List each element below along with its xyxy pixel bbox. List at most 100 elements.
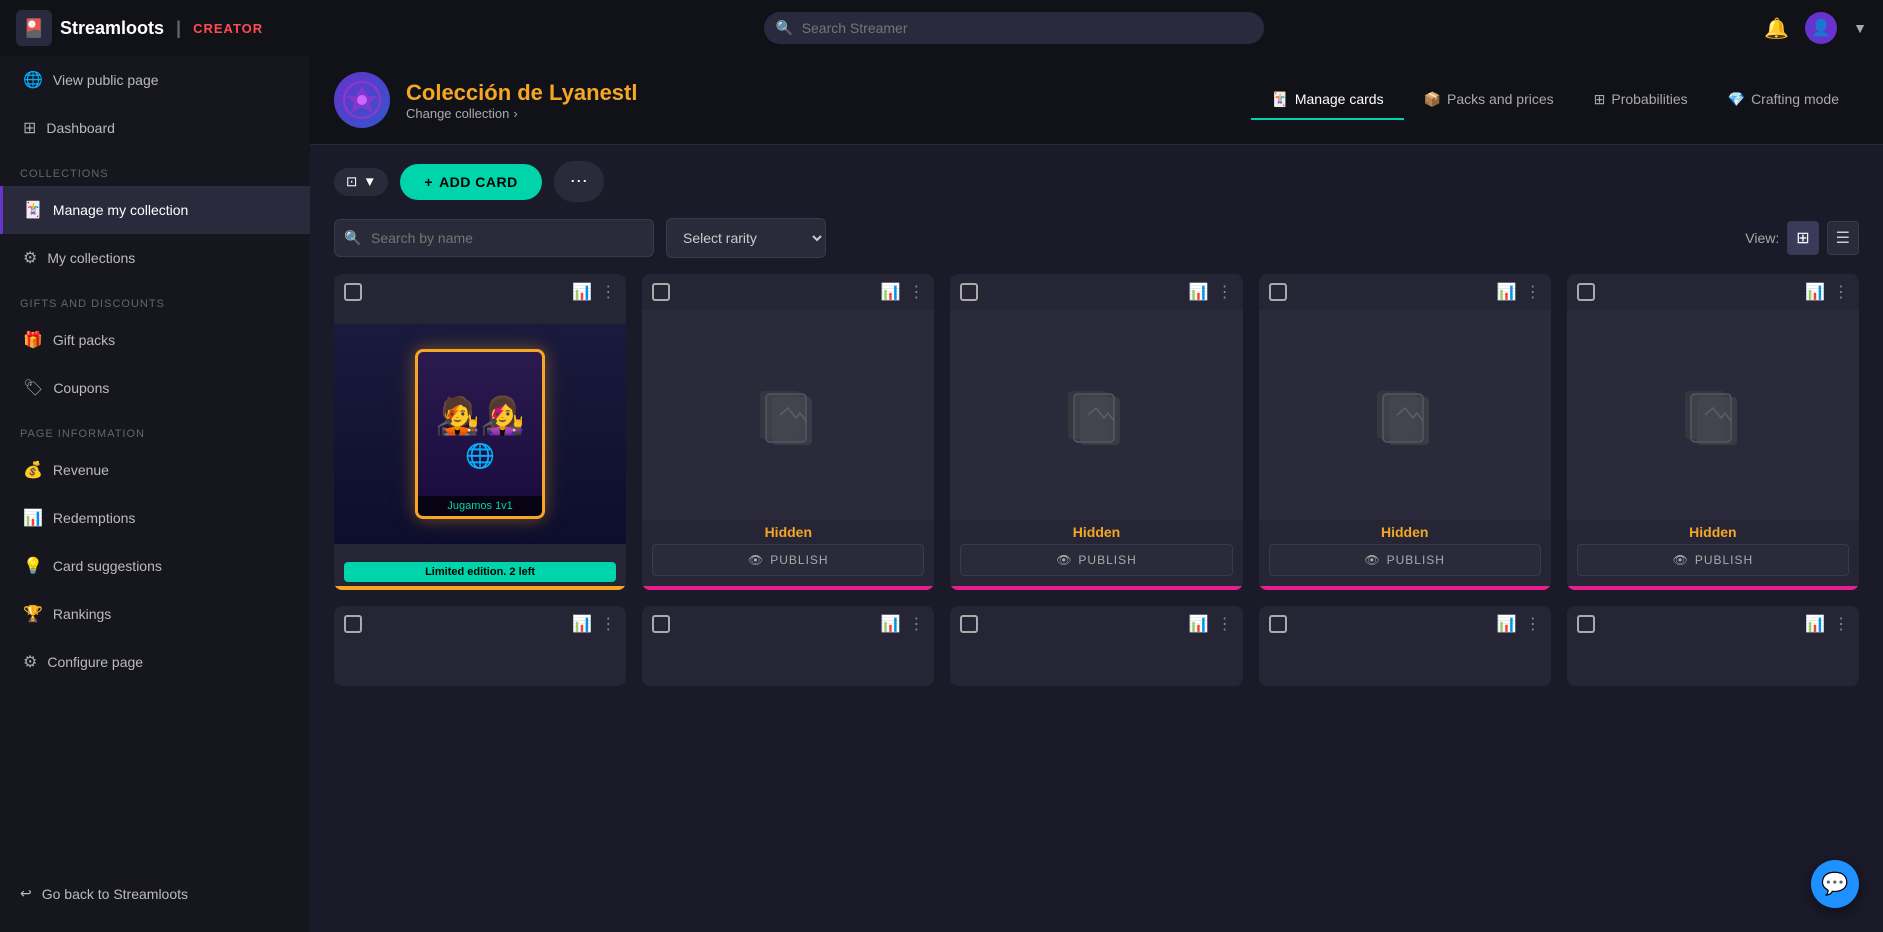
card-header: 📊 ⋮ [642,274,934,310]
sidebar-item-dashboard[interactable]: ⊞ Dashboard [0,104,310,152]
card-checkbox[interactable] [1269,615,1287,633]
view-toggle-btn[interactable]: ⊡ ▼ [334,168,388,196]
card-more-icon[interactable]: ⋮ [600,614,616,634]
card-image-area[interactable] [642,310,934,520]
card-image-area[interactable]: 🧑‍🎤👩‍🎤 🌐 Jugamos 1v1 [334,310,626,558]
collection-info: Colección de Lyanestl Change collection … [406,80,1235,121]
card-header: 📊 ⋮ [1259,606,1551,642]
card-checkbox[interactable] [1269,283,1287,301]
sidebar-item-my-collections[interactable]: ⚙ My collections [0,234,310,282]
chevron-down-icon: ▼ [363,174,376,189]
card-stats-icon[interactable]: 📊 [572,614,592,634]
card-stats-icon[interactable]: 📊 [1189,282,1209,302]
card-stats-icon[interactable]: 📊 [1805,614,1825,634]
card-search-wrap: 🔍 [334,219,654,257]
redemptions-icon: 📊 [23,508,43,528]
sidebar-item-redemptions[interactable]: 📊 Redemptions [0,494,310,542]
tab-probabilities[interactable]: ⊞ Probabilities [1574,81,1708,120]
card-header-icons: 📊 ⋮ [1189,282,1233,302]
sidebar-item-card-suggestions[interactable]: 💡 Card suggestions [0,542,310,590]
card-stats-icon[interactable]: 📊 [1805,282,1825,302]
card-header-icons: 📊 ⋮ [572,282,616,302]
card-checkbox[interactable] [652,615,670,633]
tab-manage-cards[interactable]: 🃏 Manage cards [1251,81,1403,120]
collection-tabs: 🃏 Manage cards 📦 Packs and prices ⊞ Prob… [1251,81,1859,120]
card-checkbox[interactable] [1577,615,1595,633]
sidebar-item-revenue[interactable]: 💰 Revenue [0,446,310,494]
card-more-icon[interactable]: ⋮ [1525,614,1541,634]
card-checkbox[interactable] [652,283,670,301]
gift-packs-icon: 🎁 [23,330,43,350]
sidebar-item-label: Manage my collection [53,202,188,218]
card-more-icon[interactable]: ⋮ [1833,282,1849,302]
tab-packs-prices[interactable]: 📦 Packs and prices [1404,81,1574,120]
card-stats-icon[interactable]: 📊 [1497,614,1517,634]
table-row: 📊 ⋮ 🧑‍🎤👩‍🎤 🌐 Jugamos 1v1 [334,274,626,590]
crafting-mode-icon: 💎 [1728,91,1745,108]
list-view-btn[interactable]: ☰ [1827,221,1859,255]
card-more-icon[interactable]: ⋮ [908,282,924,302]
content-area: Colección de Lyanestl Change collection … [310,56,1883,932]
change-collection-btn[interactable]: Change collection › [406,106,1235,121]
card-more-icon[interactable]: ⋮ [1217,282,1233,302]
table-row: 📊 ⋮ Hidden [1259,274,1551,590]
card-stats-icon[interactable]: 📊 [880,614,900,634]
publish-btn[interactable]: 👁 PUBLISH [960,544,1232,576]
cards-container: 📊 ⋮ 🧑‍🎤👩‍🎤 🌐 Jugamos 1v1 [310,274,1883,932]
card-header: 📊 ⋮ [950,606,1242,642]
card-more-icon[interactable]: ⋮ [908,614,924,634]
card-more-icon[interactable]: ⋮ [1217,614,1233,634]
card-stats-icon[interactable]: 📊 [572,282,592,302]
notification-icon[interactable]: 🔔 [1764,16,1789,41]
view-options: View: ⊞ ☰ [1745,221,1859,255]
card-1-title: Jugamos 1v1 [418,496,542,516]
card-more-icon[interactable]: ⋮ [600,282,616,302]
table-row: 📊 ⋮ Hidden [950,274,1242,590]
packs-prices-icon: 📦 [1424,91,1441,108]
sidebar-item-view-public[interactable]: 🌐 View public page [0,56,310,104]
card-image-area[interactable] [1259,310,1551,520]
card-stats-icon[interactable]: 📊 [1497,282,1517,302]
sidebar-item-manage-collection[interactable]: 🃏 Manage my collection [0,186,310,234]
card-checkbox[interactable] [1577,283,1595,301]
publish-btn[interactable]: 👁 PUBLISH [652,544,924,576]
view-toggle-square-icon: ⊡ [346,174,357,190]
card-name: Hidden [1259,520,1551,544]
more-options-btn[interactable]: ⋯ [554,161,604,202]
go-back-btn[interactable]: ↩ Go back to Streamloots [0,871,310,916]
rankings-icon: 🏆 [23,604,43,624]
rarity-select[interactable]: Select rarity Common Rare Epic Legendary [666,218,826,258]
card-image-area[interactable] [1567,310,1859,520]
collection-avatar [334,72,390,128]
plus-icon: + [424,174,433,190]
sidebar-item-coupons[interactable]: 🏷 Coupons [0,364,310,412]
card-more-icon[interactable]: ⋮ [1525,282,1541,302]
card-checkbox[interactable] [344,615,362,633]
card-header-icons: 📊 ⋮ [1805,614,1849,634]
card-more-icon[interactable]: ⋮ [1833,614,1849,634]
tab-crafting-mode[interactable]: 💎 Crafting mode [1708,81,1859,120]
account-chevron-icon[interactable]: ▼ [1853,20,1867,36]
sidebar-item-rankings[interactable]: 🏆 Rankings [0,590,310,638]
sidebar-item-configure-page[interactable]: ⚙ Configure page [0,638,310,686]
sidebar-item-gift-packs[interactable]: 🎁 Gift packs [0,316,310,364]
add-card-button[interactable]: + ADD CARD [400,164,541,200]
table-row: 📊 ⋮ [1567,606,1859,686]
avatar[interactable]: 👤 [1805,12,1837,44]
sidebar-item-label: Redemptions [53,510,136,526]
card-stats-icon[interactable]: 📊 [1189,614,1209,634]
card-search-input[interactable] [334,219,654,257]
eye-icon: 👁 [1364,553,1380,567]
card-checkbox[interactable] [960,283,978,301]
chat-fab[interactable]: 💬 [1811,860,1859,908]
publish-btn[interactable]: 👁 PUBLISH [1577,544,1849,576]
card-image-area[interactable] [950,310,1242,520]
sidebar-item-label: My collections [47,250,135,266]
topbar-right: 🔔 👤 ▼ [1764,12,1867,44]
card-checkbox[interactable] [344,283,362,301]
publish-btn[interactable]: 👁 PUBLISH [1269,544,1541,576]
grid-view-btn[interactable]: ⊞ [1787,221,1818,255]
card-checkbox[interactable] [960,615,978,633]
topbar-search-input[interactable] [764,12,1264,44]
card-stats-icon[interactable]: 📊 [880,282,900,302]
